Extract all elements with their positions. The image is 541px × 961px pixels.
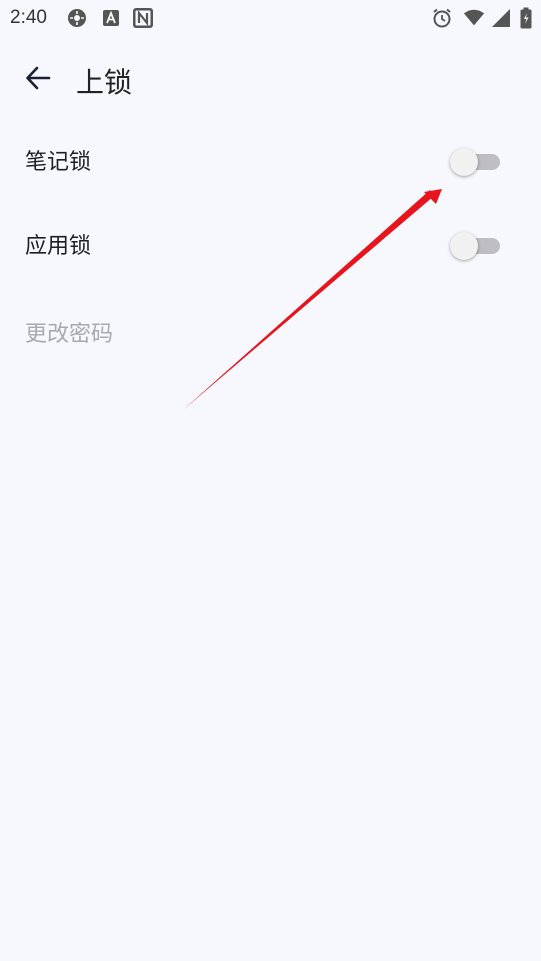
- battery-icon: [515, 7, 537, 29]
- note-lock-switch[interactable]: [450, 144, 502, 178]
- change-password-item[interactable]: 更改密码: [25, 316, 113, 348]
- alarm-icon: [431, 7, 453, 29]
- toolbar: 上锁: [0, 44, 541, 116]
- cellular-signal-icon: [490, 7, 512, 29]
- note-lock-row[interactable]: 笔记锁: [0, 120, 541, 204]
- app-lock-label: 应用锁: [25, 234, 92, 259]
- wifi-icon: [463, 7, 485, 29]
- status-bar: 2:40: [0, 0, 541, 38]
- settings-gear-icon: [66, 7, 88, 29]
- app-lock-switch[interactable]: [450, 228, 502, 262]
- switch-thumb: [450, 148, 478, 176]
- app-a-icon: [100, 7, 122, 29]
- page-title: 上锁: [76, 66, 133, 99]
- status-time: 2:40: [10, 7, 47, 28]
- arrow-left-icon: [24, 64, 52, 96]
- note-lock-label: 笔记锁: [25, 150, 92, 175]
- app-lock-row[interactable]: 应用锁: [0, 204, 541, 288]
- switch-thumb: [450, 232, 478, 260]
- notion-n-icon: [132, 7, 154, 29]
- back-button[interactable]: [18, 60, 58, 100]
